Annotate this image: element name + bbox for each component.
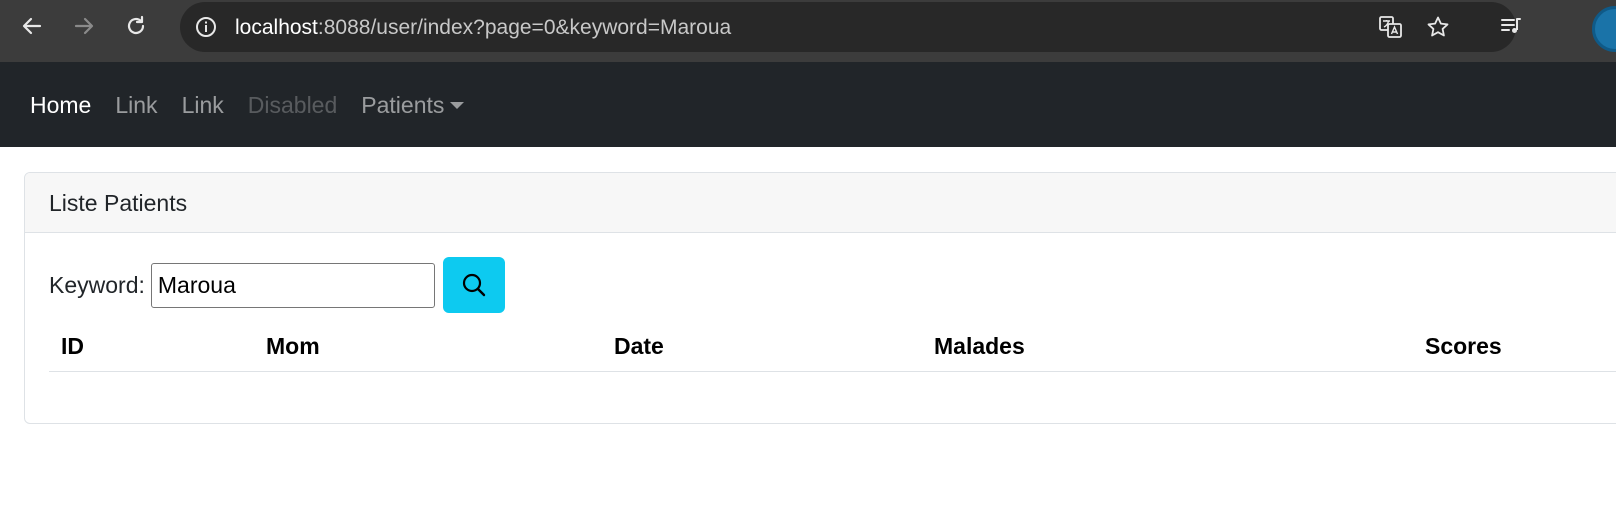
nav-links: Home Link Link Disabled Patients: [30, 91, 465, 119]
back-button[interactable]: [15, 9, 49, 43]
site-info-button[interactable]: [192, 13, 220, 41]
column-header-malades: Malades: [934, 333, 1025, 359]
nav-patients-dropdown[interactable]: Patients: [361, 91, 465, 119]
media-queue-icon: [1501, 18, 1521, 33]
reload-icon: [127, 15, 145, 35]
url-host: localhost: [235, 16, 318, 39]
address-bar[interactable]: localhost:8088/user/index?page=0&keyword…: [180, 2, 1516, 52]
column-header-scores: Scores: [1425, 333, 1502, 359]
forward-button[interactable]: [67, 9, 101, 43]
browser-toolbar: localhost:8088/user/index?page=0&keyword…: [0, 0, 1616, 62]
url-path: :8088/user/index?page=0&keyword=Maroua: [317, 16, 732, 39]
keyword-label: Keyword:: [49, 271, 145, 298]
search-form: Keyword:: [49, 257, 505, 313]
translate-button[interactable]: [1377, 13, 1405, 41]
search-button[interactable]: [442, 257, 505, 313]
star-icon: [1427, 16, 1449, 37]
keyword-input[interactable]: [150, 262, 435, 308]
profile-avatar[interactable]: [1592, 6, 1616, 52]
patients-table: ID Mom Date Malades Scores: [49, 323, 1616, 372]
column-header-date: Date: [614, 333, 664, 359]
column-header-mom: Mom: [266, 333, 320, 359]
nav-home-link[interactable]: Home: [30, 91, 91, 119]
arrow-left-icon: [22, 17, 42, 35]
nav-link-2[interactable]: Link: [182, 91, 224, 119]
patients-card: Liste Patients Keyword: ID Mom Date Mala…: [24, 172, 1616, 424]
info-icon: [196, 17, 216, 37]
nav-disabled-link: Disabled: [247, 92, 338, 118]
media-queue-button[interactable]: [1494, 9, 1528, 43]
search-icon: [462, 273, 486, 297]
translate-icon: [1379, 16, 1402, 38]
url-text: localhost:8088/user/index?page=0&keyword…: [235, 16, 731, 40]
column-header-id: ID: [61, 333, 84, 359]
app-navbar: Home Link Link Disabled Patients: [0, 62, 1616, 147]
arrow-right-icon: [74, 17, 94, 35]
nav-link-1[interactable]: Link: [115, 91, 157, 119]
reload-button[interactable]: [119, 9, 153, 43]
nav-patients-label: Patients: [361, 92, 445, 118]
card-title: Liste Patients: [25, 173, 1616, 233]
bookmark-button[interactable]: [1424, 13, 1452, 41]
caret-down-icon: [450, 101, 465, 109]
